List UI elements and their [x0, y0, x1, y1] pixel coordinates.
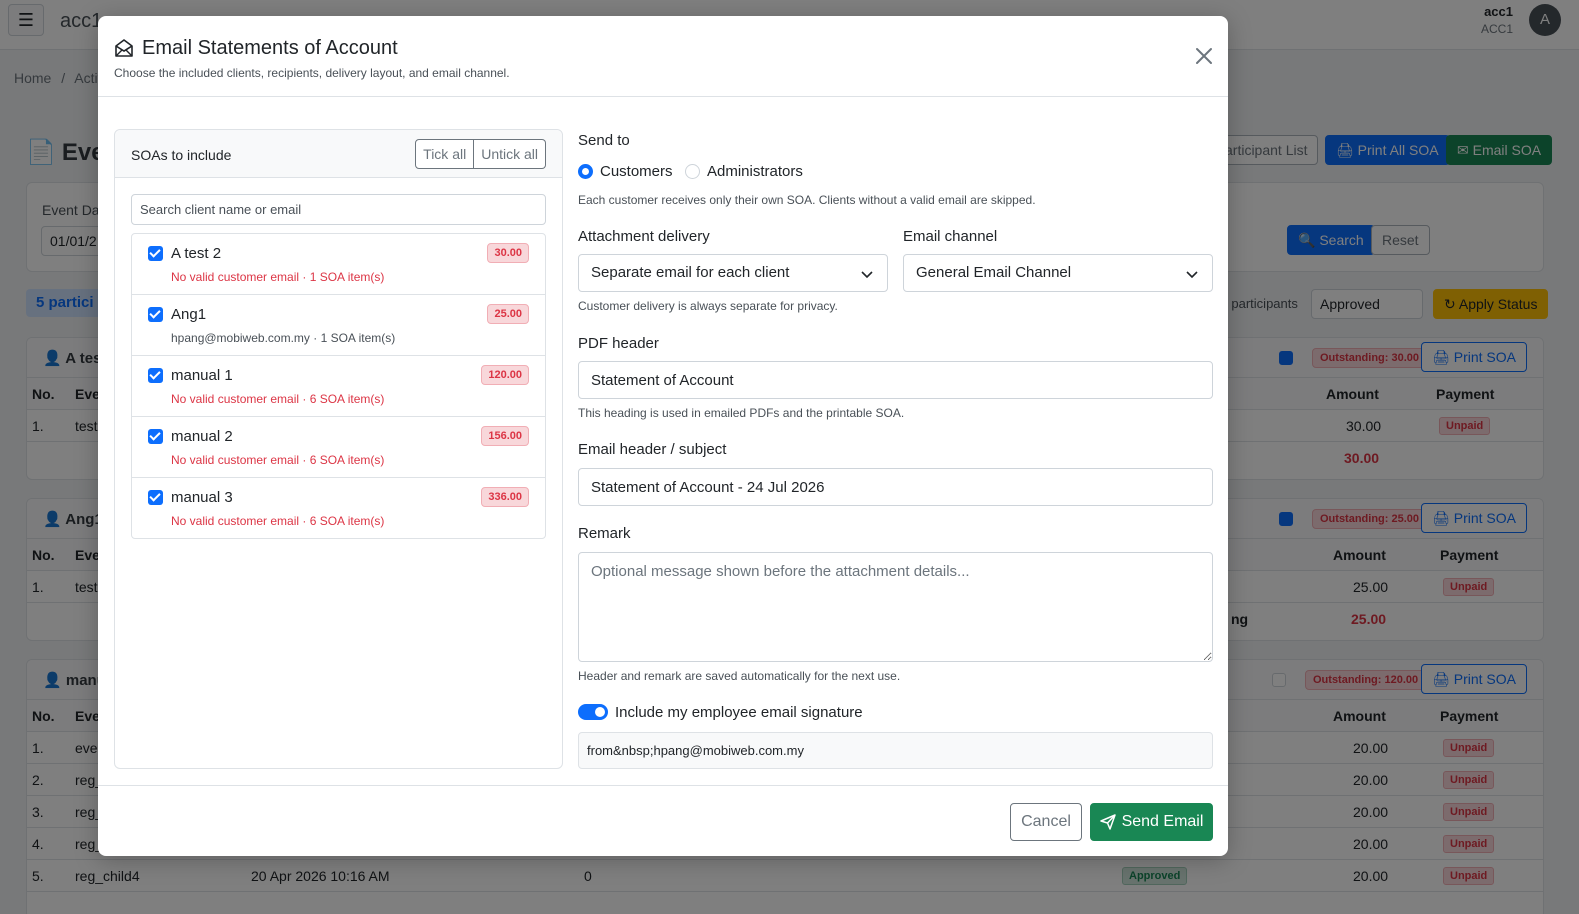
client-checkbox[interactable] [148, 246, 163, 261]
amount-badge: 336.00 [481, 487, 529, 507]
signature-toggle[interactable] [578, 704, 608, 720]
amount-badge: 30.00 [487, 243, 529, 263]
remark-help: Header and remark are saved automaticall… [578, 669, 901, 683]
pdf-header-input[interactable] [578, 361, 1213, 399]
list-item[interactable]: A test 2 30.00 No valid customer email ·… [132, 234, 545, 295]
tick-button-group: Tick all Untick all [415, 139, 546, 169]
soa-include-header: SOAs to include Tick all Untick all [115, 130, 562, 178]
modal-title: Email Statements of Account [142, 37, 398, 59]
attachment-delivery-label: Attachment delivery [578, 228, 710, 245]
email-soa-modal: Email Statements of Account Choose the i… [98, 16, 1228, 856]
radio-customers-label[interactable]: Customers [600, 163, 673, 180]
untick-all-button[interactable]: Untick all [474, 139, 546, 169]
envelope-open-icon [115, 39, 133, 57]
email-subject-input[interactable] [578, 468, 1213, 506]
client-detail: No valid customer email · 6 SOA item(s) [171, 392, 385, 406]
modal-subtitle: Choose the included clients, recipients,… [114, 66, 510, 80]
email-channel-label: Email channel [903, 228, 998, 245]
list-item[interactable]: manual 2 156.00 No valid customer email … [132, 417, 545, 478]
list-item[interactable]: manual 1 120.00 No valid customer email … [132, 356, 545, 417]
signature-toggle-label[interactable]: Include my employee email signature [615, 704, 863, 721]
soa-include-title: SOAs to include [131, 147, 232, 163]
client-search-input[interactable] [131, 194, 546, 225]
tick-all-button[interactable]: Tick all [415, 139, 475, 169]
amount-badge: 120.00 [481, 365, 529, 385]
soa-include-card: SOAs to include Tick all Untick all A te… [114, 129, 563, 769]
client-checkbox[interactable] [148, 490, 163, 505]
client-checkbox[interactable] [148, 429, 163, 444]
radio-administrators-label[interactable]: Administrators [707, 163, 803, 180]
list-item[interactable]: manual 3 336.00 No valid customer email … [132, 478, 545, 538]
send-to-help: Each customer receives only their own SO… [578, 193, 1036, 207]
email-channel-select[interactable]: General Email Channel [903, 254, 1213, 292]
attachment-delivery-select[interactable]: Separate email for each client [578, 254, 888, 292]
chevron-down-icon [1186, 271, 1198, 279]
modal-header: Email Statements of Account Choose the i… [98, 16, 1228, 97]
client-detail: No valid customer email · 6 SOA item(s) [171, 514, 385, 528]
pdf-header-help: This heading is used in emailed PDFs and… [578, 406, 905, 420]
remark-textarea[interactable] [578, 552, 1213, 662]
client-detail: No valid customer email · 1 SOA item(s) [171, 270, 385, 284]
close-icon[interactable] [1192, 44, 1216, 68]
client-name: Ang1 [171, 306, 207, 323]
pdf-header-label: PDF header [578, 335, 659, 352]
client-name: manual 1 [171, 367, 233, 384]
attachment-delivery-help: Customer delivery is always separate for… [578, 299, 838, 313]
list-item[interactable]: Ang1 25.00 hpang@mobiweb.com.my · 1 SOA … [132, 295, 545, 356]
signature-preview: from&nbsp;hpang@mobiweb.com.my [578, 732, 1213, 769]
send-icon [1099, 814, 1116, 830]
client-checkbox[interactable] [148, 368, 163, 383]
client-name: manual 2 [171, 428, 233, 445]
modal-footer: Cancel Send Email [98, 785, 1228, 856]
client-name: manual 3 [171, 489, 233, 506]
send-email-button[interactable]: Send Email [1090, 803, 1213, 841]
email-subject-label: Email header / subject [578, 441, 727, 458]
client-detail: No valid customer email · 6 SOA item(s) [171, 453, 385, 467]
send-to-label: Send to [578, 132, 630, 149]
radio-administrators[interactable] [685, 164, 700, 179]
remark-label: Remark [578, 525, 631, 542]
client-list: A test 2 30.00 No valid customer email ·… [131, 233, 546, 539]
client-checkbox[interactable] [148, 307, 163, 322]
chevron-down-icon [861, 271, 873, 279]
client-detail: hpang@mobiweb.com.my · 1 SOA item(s) [171, 331, 396, 345]
amount-badge: 25.00 [487, 304, 529, 324]
amount-badge: 156.00 [481, 426, 529, 446]
cancel-button[interactable]: Cancel [1010, 803, 1082, 841]
radio-customers[interactable] [578, 164, 593, 179]
client-name: A test 2 [171, 245, 222, 262]
